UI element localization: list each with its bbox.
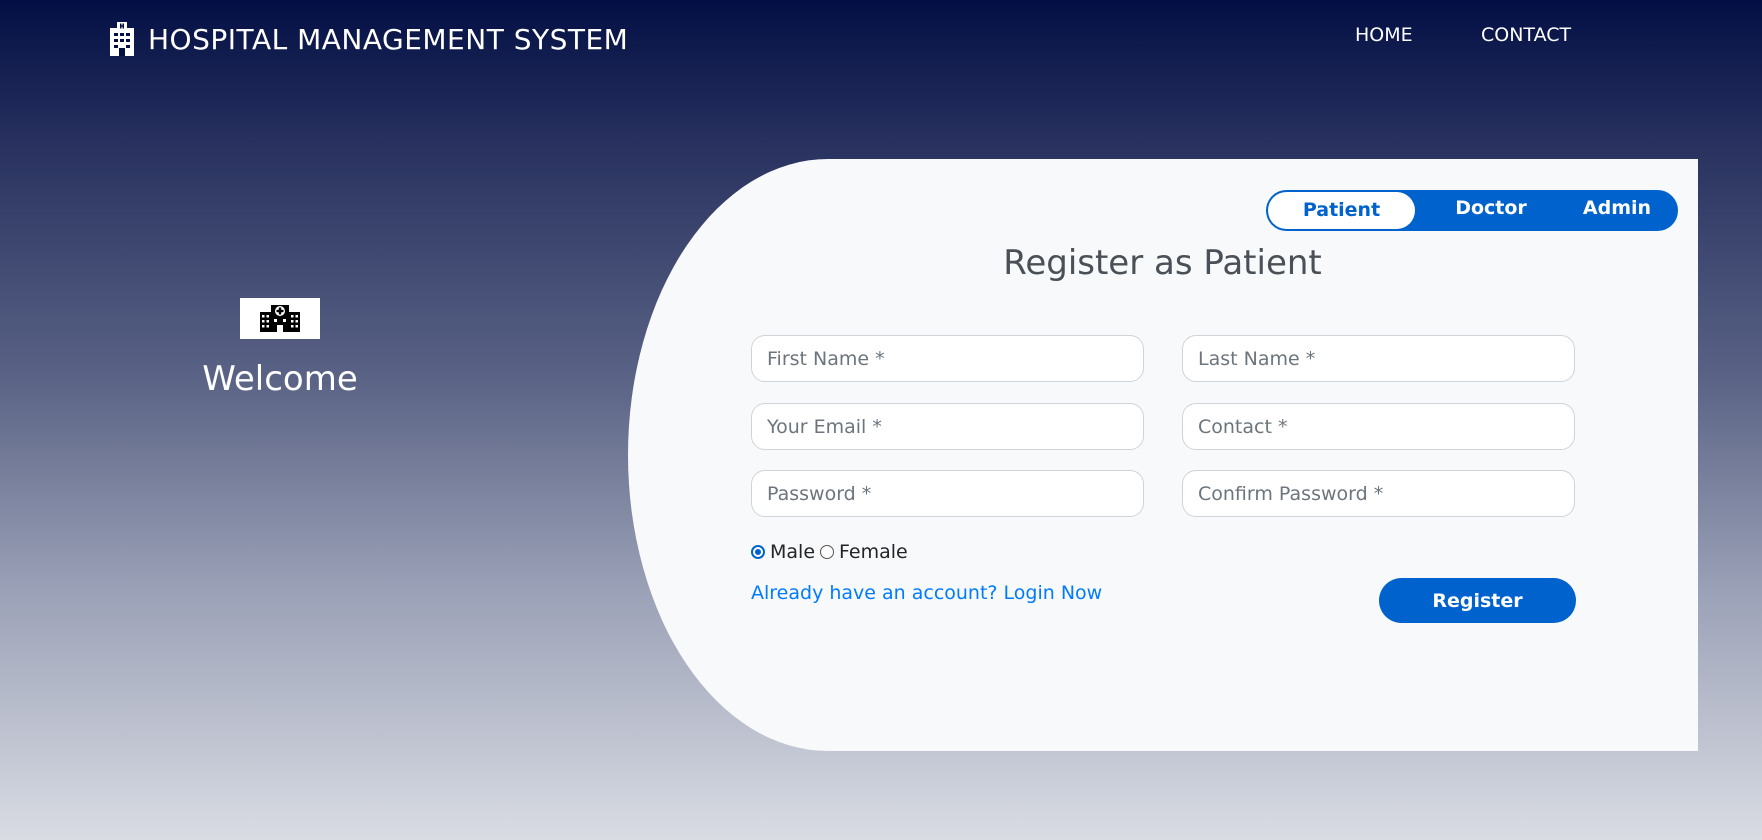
brand-title: HOSPITAL MANAGEMENT SYSTEM <box>148 22 629 56</box>
nav-contact-link[interactable]: CONTACT <box>1481 24 1571 46</box>
hospital-logo <box>240 298 320 339</box>
welcome-heading: Welcome <box>202 359 358 399</box>
gender-female-label[interactable]: Female <box>839 541 908 563</box>
tab-patient[interactable]: Patient <box>1268 192 1415 229</box>
welcome-panel: Welcome <box>180 298 380 399</box>
brand[interactable]: HOSPITAL MANAGEMENT SYSTEM <box>108 22 628 56</box>
last-name-input[interactable] <box>1182 335 1575 382</box>
gender-female-radio[interactable] <box>820 545 835 559</box>
form-title: Register as Patient <box>1003 243 1322 283</box>
contact-input[interactable] <box>1182 403 1575 450</box>
confirm-password-input[interactable] <box>1182 470 1575 517</box>
tab-admin[interactable]: Admin <box>1558 192 1676 229</box>
first-name-input[interactable] <box>751 335 1144 382</box>
hospital-icon <box>260 302 300 336</box>
register-button[interactable]: Register <box>1379 578 1576 623</box>
login-link[interactable]: Already have an account? Login Now <box>751 582 1102 604</box>
email-input[interactable] <box>751 403 1144 450</box>
role-tabs: Patient Doctor Admin <box>1266 190 1678 231</box>
gender-male-label[interactable]: Male <box>770 541 815 563</box>
hospital-building-icon <box>108 22 136 56</box>
tab-doctor[interactable]: Doctor <box>1432 192 1550 229</box>
gender-male-radio[interactable] <box>751 545 765 559</box>
navbar: HOSPITAL MANAGEMENT SYSTEM HOME CONTACT <box>0 0 1762 84</box>
gender-selector: Male Female <box>751 541 913 563</box>
password-input[interactable] <box>751 470 1144 517</box>
nav-home-link[interactable]: HOME <box>1355 24 1413 46</box>
